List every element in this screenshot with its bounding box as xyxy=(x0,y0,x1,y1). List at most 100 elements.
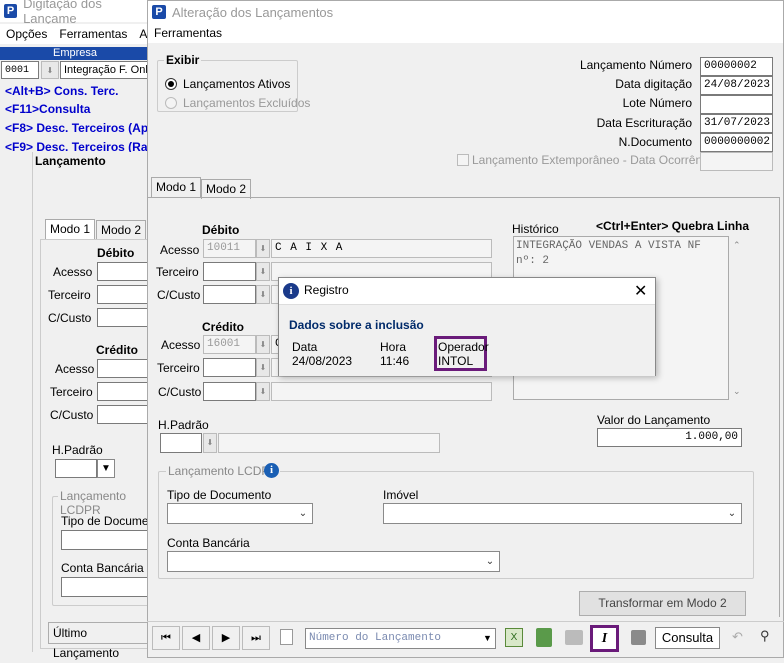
extemp-label[interactable]: Lançamento Extemporâneo - Data Ocorrênci… xyxy=(472,153,717,167)
credito-acesso-lookup-icon[interactable]: ⬇ xyxy=(256,335,270,354)
bg-conta-label: Conta Bancária xyxy=(61,561,144,575)
lote-label: Lote Número xyxy=(622,96,692,110)
ndoc-field[interactable]: 0000000002 xyxy=(700,133,773,152)
bg-credito-terceiro-label: Terceiro xyxy=(50,385,93,399)
debito-ccusto-field[interactable] xyxy=(203,285,256,304)
bg-conta-field[interactable] xyxy=(61,577,150,597)
data-dig-field[interactable]: 24/08/2023 xyxy=(700,76,773,95)
menu-ferramentas[interactable]: Ferramentas xyxy=(53,27,133,41)
radio-excluidos-label[interactable]: Lançamentos Excluídos xyxy=(183,96,310,110)
menu-ferramentas-main[interactable]: Ferramentas xyxy=(148,26,228,40)
dialog-heading: Dados sobre a inclusão xyxy=(289,318,424,332)
bg-tipo-doc-field[interactable] xyxy=(61,530,150,550)
shortcut-consulta[interactable]: <F11>Consulta xyxy=(5,102,90,116)
tipo-doc-select[interactable]: ⌄ xyxy=(167,503,313,524)
bg-tab-modo2[interactable]: Modo 2 xyxy=(96,220,147,240)
dialog-operador-label: Operador xyxy=(438,340,489,354)
delete-trash-icon[interactable] xyxy=(536,628,552,647)
bg-credito-acesso[interactable] xyxy=(97,359,150,378)
hpadrao-desc xyxy=(218,433,440,453)
bg-credito-ccusto-label: C/Custo xyxy=(50,408,94,422)
shortcut-desc-terceiros-ap[interactable]: <F8> Desc. Terceiros (Ap xyxy=(5,121,148,135)
undo-icon[interactable]: ↶ xyxy=(732,629,743,645)
hpadrao-lookup-icon[interactable]: ⬇ xyxy=(203,433,217,453)
main-titlebar: P Alteração dos Lançamentos xyxy=(148,1,783,23)
historico-scroll-up-icon[interactable]: ⌃ xyxy=(733,240,741,251)
export-excel-icon[interactable]: X xyxy=(505,628,523,647)
consulta-button[interactable]: Consulta xyxy=(655,627,720,649)
bg-debito-acesso[interactable] xyxy=(97,262,150,281)
bg-lcdpr-title: Lançamento LCDPR xyxy=(58,489,150,517)
print-icon[interactable] xyxy=(565,630,583,645)
radio-ativos-icon[interactable] xyxy=(165,78,177,90)
info-toolbar-button[interactable]: I xyxy=(590,625,619,652)
conta-label: Conta Bancária xyxy=(167,536,250,550)
bg-credito-acesso-label: Acesso xyxy=(55,362,95,376)
bg-titlebar: P Digitação dos Lançame xyxy=(0,0,150,26)
credito-acesso-field[interactable]: 16001 xyxy=(203,335,256,354)
bg-terceiro-label: Terceiro xyxy=(48,288,91,302)
radio-ativos-label[interactable]: Lançamentos Ativos xyxy=(183,77,290,91)
debito-acesso-lookup-icon[interactable]: ⬇ xyxy=(256,239,270,258)
new-document-icon[interactable] xyxy=(280,629,293,645)
search-lancamento-input[interactable]: Número do Lançamento xyxy=(305,628,496,649)
credito-title: Crédito xyxy=(202,320,244,334)
extemp-checkbox-icon[interactable] xyxy=(457,154,469,166)
exibir-title: Exibir xyxy=(164,53,202,67)
debito-ccusto-lookup-icon[interactable]: ⬇ xyxy=(256,285,270,304)
tab-modo1[interactable]: Modo 1 xyxy=(151,177,202,198)
valor-field[interactable]: 1.000,00 xyxy=(597,428,742,447)
lanc-num-field[interactable]: 00000002 xyxy=(700,57,773,76)
registro-dialog: i Registro ✕ Dados sobre a inclusão Data… xyxy=(278,277,656,376)
tab-modo2[interactable]: Modo 2 xyxy=(201,179,252,199)
radio-excluidos-icon[interactable] xyxy=(165,97,177,109)
first-record-icon[interactable]: ⏮ xyxy=(152,626,180,650)
debito-title: Débito xyxy=(202,223,240,237)
tipo-doc-chevron-down-icon: ⌄ xyxy=(298,508,308,519)
hpadrao-field[interactable] xyxy=(160,433,202,453)
empresa-code[interactable]: 0001 xyxy=(1,61,39,79)
data-esc-field[interactable]: 31/07/2023 xyxy=(700,114,773,133)
bg-debito-ccusto[interactable] xyxy=(97,308,150,327)
search-dropdown-icon[interactable]: ▼ xyxy=(480,629,495,648)
credito-terceiro-lookup-icon[interactable]: ⬇ xyxy=(256,358,270,377)
bg-tab-modo1[interactable]: Modo 1 xyxy=(45,219,96,239)
credito-ccusto-field[interactable] xyxy=(203,382,256,401)
shortcut-cons-terc[interactable]: <Alt+B> Cons. Terc. xyxy=(5,84,118,98)
debito-terceiro-lookup-icon[interactable]: ⬇ xyxy=(256,262,270,281)
credito-acesso-label: Acesso xyxy=(161,338,201,352)
bg-hpadrao-field[interactable] xyxy=(55,459,97,478)
dialog-info-icon: i xyxy=(283,283,299,299)
bg-credito-terceiro[interactable] xyxy=(97,382,150,401)
bg-ccusto-label: C/Custo xyxy=(48,311,92,325)
debito-terceiro-label: Terceiro xyxy=(156,265,199,279)
data-esc-label: Data Escrituração xyxy=(596,116,692,130)
empresa-name: Integração F. Onl xyxy=(60,61,150,79)
bg-section-title: Lançamento xyxy=(35,154,106,168)
dialog-close-icon[interactable]: ✕ xyxy=(634,281,647,301)
save-icon[interactable] xyxy=(631,630,646,645)
bg-ultimo-lancamento-button[interactable]: Último Lançamento xyxy=(48,622,150,660)
extemp-field[interactable] xyxy=(700,152,773,171)
bg-debito-terceiro[interactable] xyxy=(97,285,150,304)
imovel-select[interactable]: ⌄ xyxy=(383,503,742,524)
conta-select[interactable]: ⌄ xyxy=(167,551,500,572)
credito-ccusto-lookup-icon[interactable]: ⬇ xyxy=(256,382,270,401)
previous-record-icon[interactable]: ◀ xyxy=(182,626,210,650)
lcdpr-info-icon[interactable]: i xyxy=(264,463,279,478)
debito-acesso-field[interactable]: 10011 xyxy=(203,239,256,258)
bg-credito-ccusto[interactable] xyxy=(97,405,150,424)
binoculars-icon[interactable]: ⚲ xyxy=(760,628,770,644)
transformar-button[interactable]: Transformar em Modo 2 xyxy=(579,591,746,616)
last-record-icon[interactable]: ⏭ xyxy=(242,626,270,650)
tipo-doc-label: Tipo de Documento xyxy=(167,488,272,502)
next-record-icon[interactable]: ▶ xyxy=(212,626,240,650)
historico-scroll-down-icon[interactable]: ⌄ xyxy=(733,386,741,397)
bg-tipo-doc-label: Tipo de Document xyxy=(61,514,159,528)
bg-hpadrao-dropdown-icon[interactable]: ▼ xyxy=(97,459,115,478)
debito-terceiro-field[interactable] xyxy=(203,262,256,281)
empresa-lookup-icon[interactable]: ⬇ xyxy=(41,61,59,79)
menu-opcoes[interactable]: Opções xyxy=(0,27,53,41)
credito-terceiro-field[interactable] xyxy=(203,358,256,377)
lote-field[interactable] xyxy=(700,95,773,114)
